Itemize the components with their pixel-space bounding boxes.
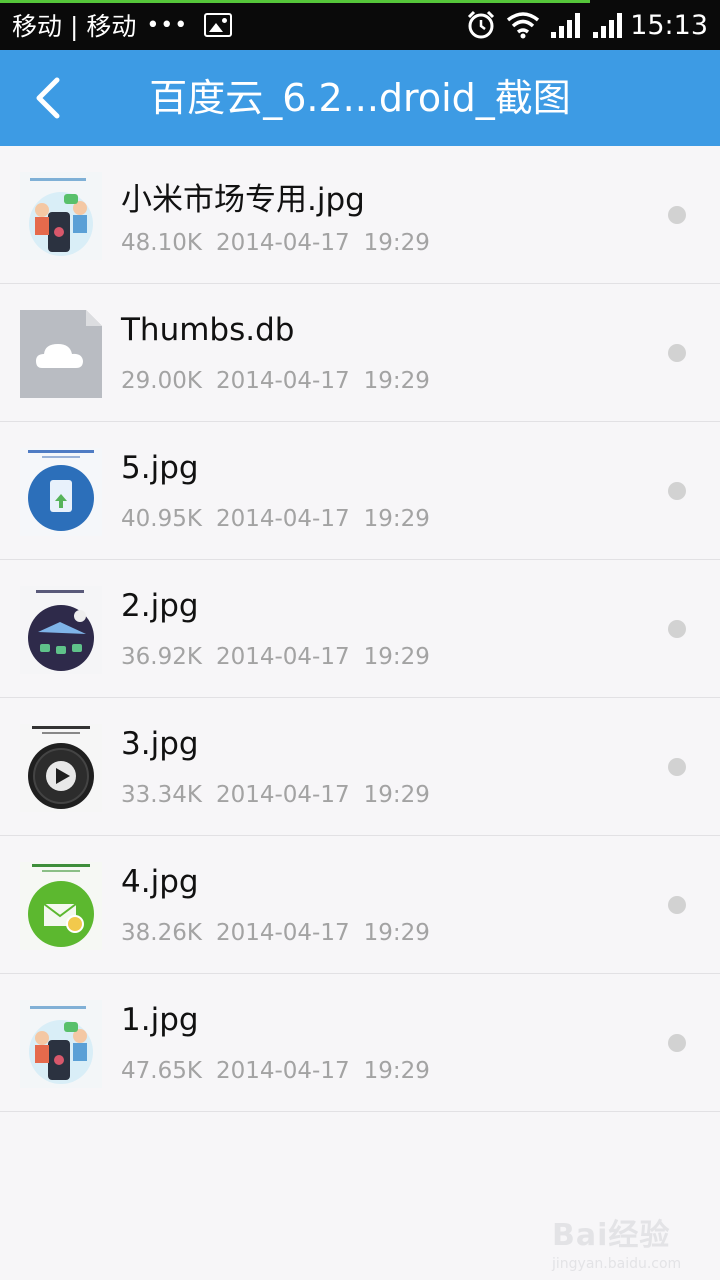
cloud-file-icon — [20, 310, 102, 398]
file-name: 1.jpg — [121, 1002, 199, 1038]
file-date: 2014-04-17 — [215, 644, 350, 670]
file-time: 19:29 — [363, 644, 430, 670]
status-left: 移动 | 移动 ••• — [12, 8, 233, 42]
list-item[interactable]: 2.jpg 36.92K 2014-04-17 19:29 — [0, 560, 720, 698]
file-size: 40.95K — [121, 506, 202, 532]
watermark-logo-text: Bai经验 — [552, 1218, 671, 1253]
file-time: 19:29 — [363, 368, 430, 394]
signal-icon — [551, 13, 581, 38]
file-size: 29.00K — [121, 368, 202, 394]
select-indicator[interactable] — [668, 620, 686, 638]
file-size: 36.92K — [121, 644, 202, 670]
file-size: 47.65K — [121, 1058, 202, 1084]
image-thumbnail — [20, 448, 102, 536]
status-bar: 移动 | 移动 ••• 15:13 — [0, 0, 720, 50]
file-meta: 47.65K 2014-04-17 19:29 — [121, 1058, 430, 1084]
chevron-left-icon — [36, 77, 60, 119]
signal-icon-2 — [593, 13, 623, 38]
status-time: 15:13 — [630, 9, 708, 41]
alarm-icon — [468, 10, 495, 39]
file-date: 2014-04-17 — [215, 782, 350, 808]
list-item[interactable]: Thumbs.db 29.00K 2014-04-17 19:29 — [0, 284, 720, 422]
list-item[interactable]: 4.jpg 38.26K 2014-04-17 19:29 — [0, 836, 720, 974]
file-time: 19:29 — [363, 1058, 430, 1084]
file-name: 5.jpg — [121, 450, 199, 486]
carrier-label: 移动 | 移动 — [12, 12, 137, 41]
page-title: 百度云_6.2...droid_截图 — [149, 76, 571, 120]
more-notifications-icon: ••• — [146, 12, 189, 38]
action-bar: 百度云_6.2...droid_截图 — [0, 50, 720, 146]
file-size: 48.10K — [121, 230, 202, 256]
select-indicator[interactable] — [668, 896, 686, 914]
list-item[interactable]: 1.jpg 47.65K 2014-04-17 19:29 — [0, 974, 720, 1112]
image-thumbnail — [20, 1000, 102, 1088]
image-thumbnail — [20, 862, 102, 950]
file-meta: 40.95K 2014-04-17 19:29 — [121, 506, 430, 532]
watermark-url: jingyan.baidu.com — [552, 1256, 682, 1272]
back-button[interactable] — [18, 68, 78, 128]
file-size: 38.26K — [121, 920, 202, 946]
file-name: Thumbs.db — [121, 312, 295, 348]
file-meta: 36.92K 2014-04-17 19:29 — [121, 644, 430, 670]
image-thumbnail — [20, 172, 102, 260]
list-item[interactable]: 3.jpg 33.34K 2014-04-17 19:29 — [0, 698, 720, 836]
file-date: 2014-04-17 — [215, 368, 350, 394]
file-list: 小米市场专用.jpg 48.10K 2014-04-17 19:29 Thumbs.… — [0, 146, 720, 1112]
select-indicator[interactable] — [668, 1034, 686, 1052]
file-name: 2.jpg — [121, 588, 199, 624]
file-name: 3.jpg — [121, 726, 199, 762]
file-meta: 38.26K 2014-04-17 19:29 — [121, 920, 430, 946]
file-time: 19:29 — [363, 506, 430, 532]
baidu-jingyan-watermark: Bai经验 jingyan.baidu.com — [552, 1210, 681, 1272]
select-indicator[interactable] — [668, 758, 686, 776]
list-item[interactable]: 5.jpg 40.95K 2014-04-17 19:29 — [0, 422, 720, 560]
file-size: 33.34K — [121, 782, 202, 808]
image-thumbnail — [20, 724, 102, 812]
file-meta: 33.34K 2014-04-17 19:29 — [121, 782, 430, 808]
select-indicator[interactable] — [668, 482, 686, 500]
file-name: 小米市场专用.jpg — [121, 182, 365, 218]
file-date: 2014-04-17 — [215, 920, 350, 946]
file-date: 2014-04-17 — [215, 506, 350, 532]
select-indicator[interactable] — [668, 206, 686, 224]
file-time: 19:29 — [363, 920, 430, 946]
file-date: 2014-04-17 — [215, 1058, 350, 1084]
file-meta: 48.10K 2014-04-17 19:29 — [121, 230, 430, 256]
status-progress-line — [0, 0, 590, 3]
file-name: 4.jpg — [121, 864, 199, 900]
wifi-icon — [507, 12, 540, 39]
image-thumbnail — [20, 586, 102, 674]
select-indicator[interactable] — [668, 344, 686, 362]
file-meta: 29.00K 2014-04-17 19:29 — [121, 368, 430, 394]
file-date: 2014-04-17 — [215, 230, 350, 256]
file-time: 19:29 — [363, 782, 430, 808]
file-time: 19:29 — [363, 230, 430, 256]
image-notification-icon — [204, 13, 233, 37]
status-right: 15:13 — [456, 8, 708, 42]
list-item[interactable]: 小米市场专用.jpg 48.10K 2014-04-17 19:29 — [0, 146, 720, 284]
